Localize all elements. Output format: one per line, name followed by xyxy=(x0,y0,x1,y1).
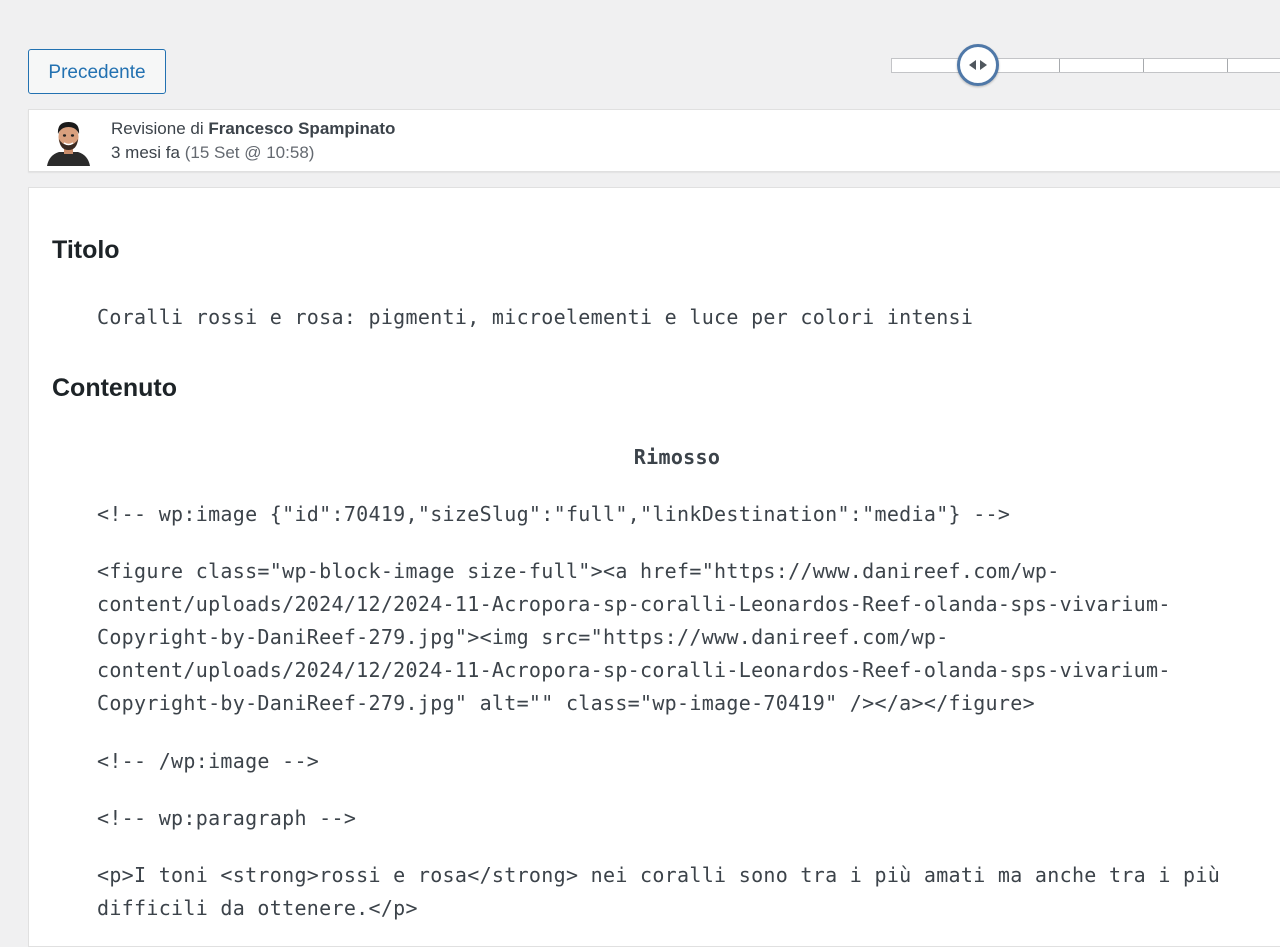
revision-date: 3 mesi fa (15 Set @ 10:58) xyxy=(111,143,314,163)
code-line: <p>I toni <strong>rossi e rosa</strong> … xyxy=(97,863,1221,920)
revision-diff-panel: Titolo Coralli rossi e rosa: pigmenti, m… xyxy=(28,187,1280,947)
code-line: <!-- wp:paragraph --> xyxy=(97,806,357,830)
previous-button[interactable]: Precedente xyxy=(28,49,166,94)
code-line: <!-- wp:image {"id":70419,"sizeSlug":"fu… xyxy=(97,502,1011,526)
code-line: <!-- /wp:image --> xyxy=(97,749,320,773)
slider-tick xyxy=(1059,59,1060,72)
slider-tick xyxy=(1227,59,1228,72)
title-value: Coralli rossi e rosa: pigmenti, microele… xyxy=(97,305,974,329)
revision-slider-handle[interactable] xyxy=(957,44,999,86)
revision-prefix: Revisione di xyxy=(111,119,209,138)
author-avatar xyxy=(45,117,92,166)
slider-tick xyxy=(1143,59,1144,72)
relative-time: 3 mesi fa xyxy=(111,143,180,162)
author-name: Francesco Spampinato xyxy=(208,119,396,138)
revision-meta: Revisione di Francesco Spampinato 3 mesi… xyxy=(28,109,1280,172)
removed-label: Rimosso xyxy=(633,445,721,469)
revision-slider-track[interactable] xyxy=(891,58,1280,73)
title-heading: Titolo xyxy=(52,236,120,264)
code-line: <figure class="wp-block-image size-full"… xyxy=(97,559,1171,715)
left-right-arrows-icon xyxy=(960,47,996,83)
date-detail: (15 Set @ 10:58) xyxy=(184,143,315,162)
content-heading: Contenuto xyxy=(52,374,177,402)
revision-author: Revisione di Francesco Spampinato xyxy=(111,119,395,139)
